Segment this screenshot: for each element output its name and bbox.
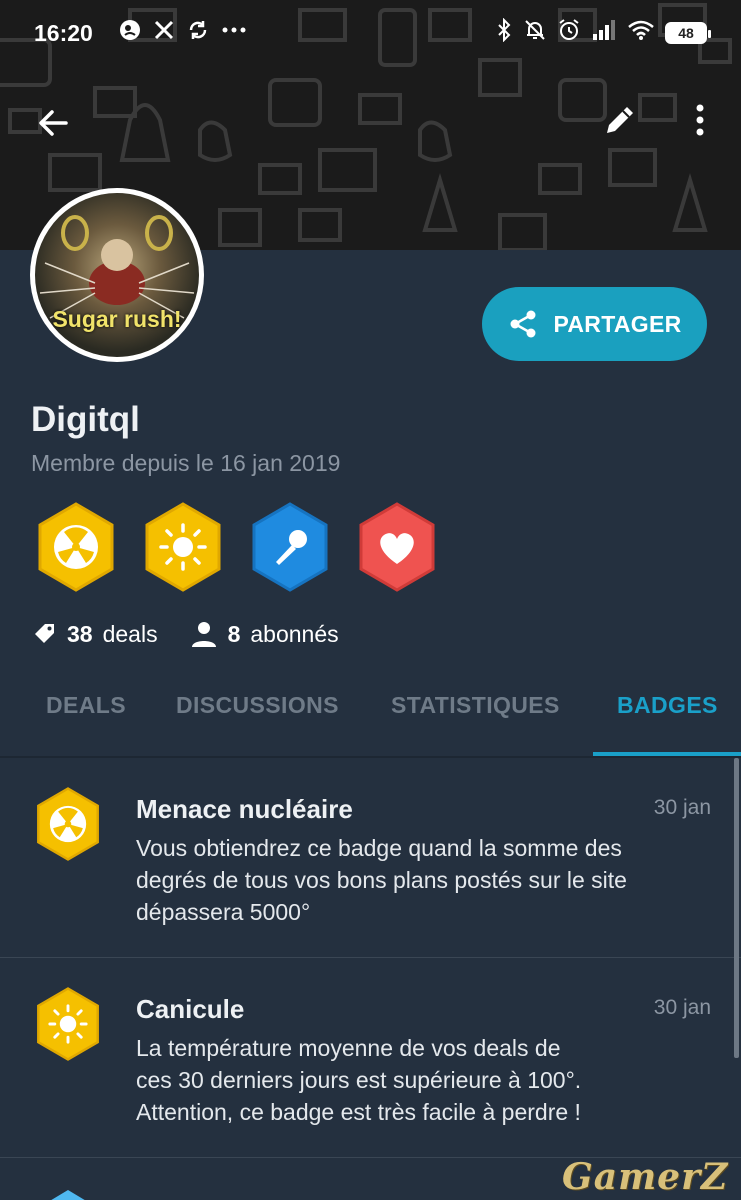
back-button[interactable] [30, 100, 76, 146]
nuclear-icon [37, 787, 99, 861]
person-icon [191, 622, 216, 647]
followers-label: abonnés [250, 620, 339, 647]
deals-label: deals [102, 620, 158, 647]
badge-description-line: ces 30 derniers jours est supérieure à 1… [136, 1067, 582, 1093]
sun-icon [37, 987, 99, 1061]
tab-deals[interactable]: DEALS [46, 692, 126, 719]
nuclear-icon [54, 525, 98, 569]
sync-icon [187, 19, 209, 47]
battery-icon: 48 [665, 22, 711, 44]
badge-nuclear[interactable] [36, 502, 116, 592]
edit-button[interactable] [596, 96, 644, 144]
arrow-left-icon [39, 110, 68, 136]
status-time: 16:20 [34, 19, 93, 46]
tab-badges[interactable]: BADGES [617, 692, 718, 719]
badges-list: Menace nucléaire 30 jan Vous obtiendrez … [0, 758, 741, 1158]
badge-date: 30 jan [653, 796, 711, 819]
tab-discussions[interactable]: DISCUSSIONS [176, 692, 339, 719]
x-icon [153, 19, 175, 47]
deals-count: 38 [67, 620, 93, 647]
scrollbar[interactable] [734, 758, 739, 1058]
signal-icon [591, 19, 617, 47]
badge-description-line: Attention, ce badge est très facile à pe… [136, 1099, 581, 1125]
list-item[interactable]: Menace nucléaire 30 jan Vous obtiendrez … [0, 758, 741, 958]
badge-date: 30 jan [653, 996, 711, 1019]
deals-stat[interactable]: 38 deals [33, 621, 158, 648]
bluetooth-icon [495, 17, 513, 48]
badge-microphone[interactable] [250, 502, 330, 592]
more-options-button[interactable] [680, 96, 720, 144]
tag-icon [35, 624, 54, 643]
avatar[interactable]: Sugar rush! [30, 188, 204, 362]
member-since: Membre depuis le 16 jan 2019 [31, 450, 341, 476]
sun-icon [159, 523, 207, 571]
share-icon [510, 310, 536, 338]
status-bar: 16:20 48 [0, 0, 741, 66]
share-button[interactable]: PARTAGER [482, 287, 707, 361]
alarm-icon [557, 18, 581, 48]
badge-description: La température moyenne de vos deals de c… [136, 1032, 716, 1128]
more-vertical-icon [696, 104, 704, 136]
mute-icon [523, 18, 547, 48]
badge-description-line: dépassera 5000° [136, 899, 311, 925]
tab-statistiques[interactable]: STATISTIQUES [391, 692, 560, 719]
username: Digitql [31, 400, 140, 439]
wifi-icon [627, 19, 655, 47]
profile-tabs: DEALS DISCUSSIONS STATISTIQUES BADGES [0, 668, 741, 756]
badges-row [36, 502, 437, 592]
pencil-icon [607, 107, 633, 133]
badge-title: Menace nucléaire [136, 794, 353, 824]
profile-stats: 38 deals 8 abonnés [33, 620, 339, 648]
share-label: PARTAGER [553, 310, 682, 337]
more-dots-icon [221, 19, 247, 47]
watermark: GamerZ [562, 1156, 729, 1198]
avatar-caption: Sugar rush! [52, 306, 182, 332]
list-item[interactable]: Canicule 30 jan La température moyenne d… [0, 958, 741, 1158]
followers-count: 8 [227, 620, 241, 647]
badge-description: Vous obtiendrez ce badge quand la somme … [136, 832, 716, 928]
badge-description-line: La température moyenne de vos deals de [136, 1035, 561, 1061]
followers-stat[interactable]: 8 abonnés [190, 620, 339, 648]
badge-heart[interactable] [357, 502, 437, 592]
badge-description-line: degrés de tous vos bons plans postés sur… [136, 867, 627, 893]
app-icon [119, 19, 141, 47]
badge-description-line: Vous obtiendrez ce badge quand la somme … [136, 835, 622, 861]
top-app-bar [0, 90, 741, 150]
badge-title: Canicule [136, 994, 245, 1024]
avatar-image: Sugar rush! [35, 193, 199, 357]
badge-sun[interactable] [143, 502, 223, 592]
microphone-badge-partial-icon [51, 1190, 85, 1200]
